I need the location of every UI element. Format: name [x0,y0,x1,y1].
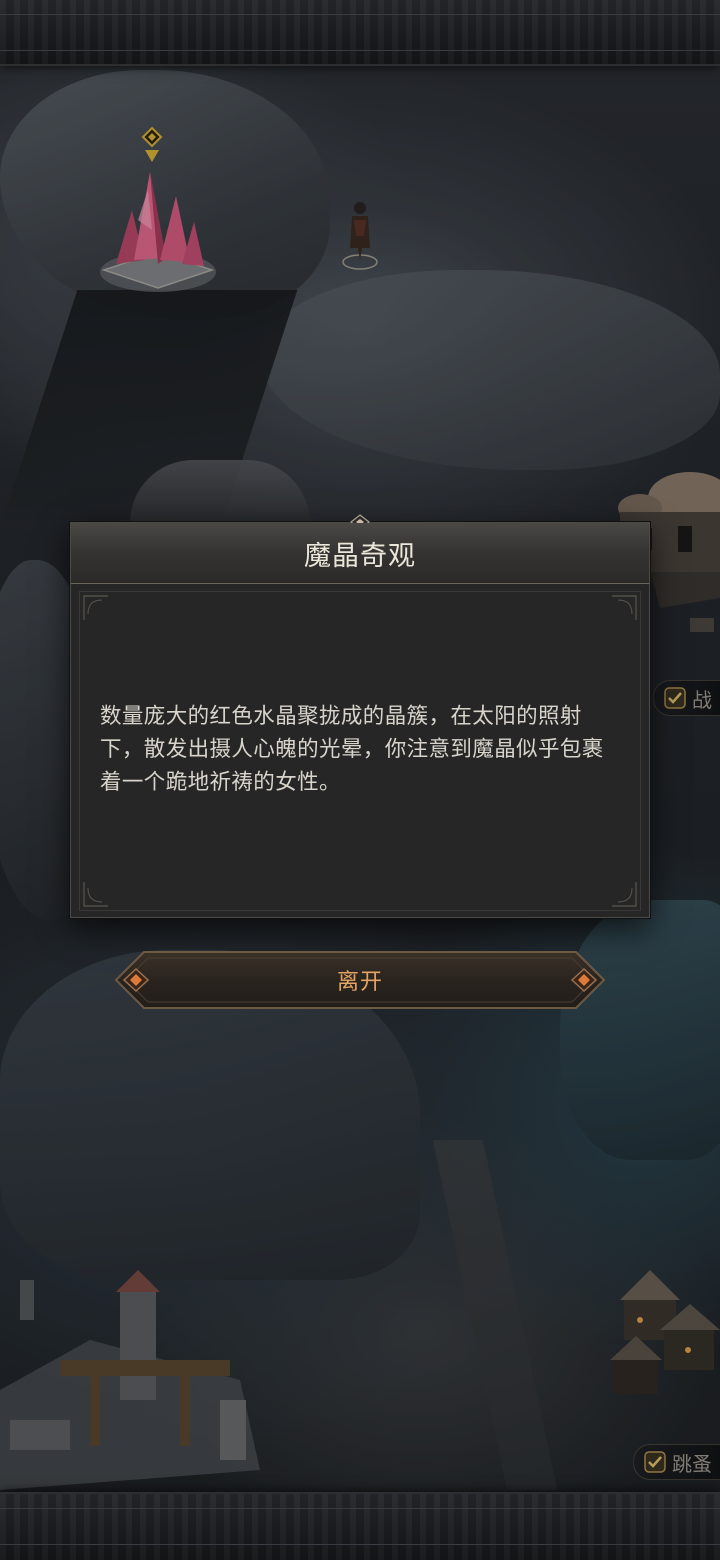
stone-arch [130,460,310,530]
dialog-description: 数量庞大的红色水晶聚拢成的晶簇，在太阳的照射下，散发出摄人心魄的光晕，你注意到魔… [100,704,604,795]
corner-flourish-icon [612,882,637,907]
checkmark-icon [644,1451,666,1473]
side-task-chip[interactable]: 跳蚤 [633,1444,720,1480]
side-task-label: 战 [692,687,712,712]
corner-flourish-icon [83,882,108,907]
side-task-label: 跳蚤 [672,1451,712,1476]
dialog-title: 魔晶奇观 [304,540,416,572]
leave-button-label: 离开 [336,970,383,995]
player-character-icon[interactable] [340,196,380,272]
corner-flourish-icon [83,595,108,620]
world-map-screen: 战 跳蚤 魔晶奇观 数量庞大的红色水晶聚拢成的晶簇，在太阳的照射下，散发出摄人心… [0,0,720,1560]
ice-cliff-right [560,900,720,1160]
winding-road [432,1140,558,1490]
dialog-header: 魔晶奇观 [71,523,649,584]
event-dialog: 魔晶奇观 数量庞大的红色水晶聚拢成的晶簇，在太阳的照射下，散发出摄人心魄的光晕，… [70,514,650,918]
leave-button[interactable]: 离开 [112,949,608,1011]
side-task-chip[interactable]: 战 [653,680,720,716]
castle-ruins-icon[interactable] [0,1270,280,1490]
top-ornate-frame [0,0,720,66]
dialog-body: 数量庞大的红色水晶聚拢成的晶簇，在太阳的照射下，散发出摄人心魄的光晕，你注意到魔… [79,591,641,911]
village-camp-icon[interactable] [590,1260,720,1420]
checkmark-icon [664,687,686,709]
corner-flourish-icon [612,595,637,620]
pink-crystal-icon[interactable] [98,160,218,300]
snowy-plateau [260,270,720,470]
bottom-ornate-frame [0,1492,720,1560]
